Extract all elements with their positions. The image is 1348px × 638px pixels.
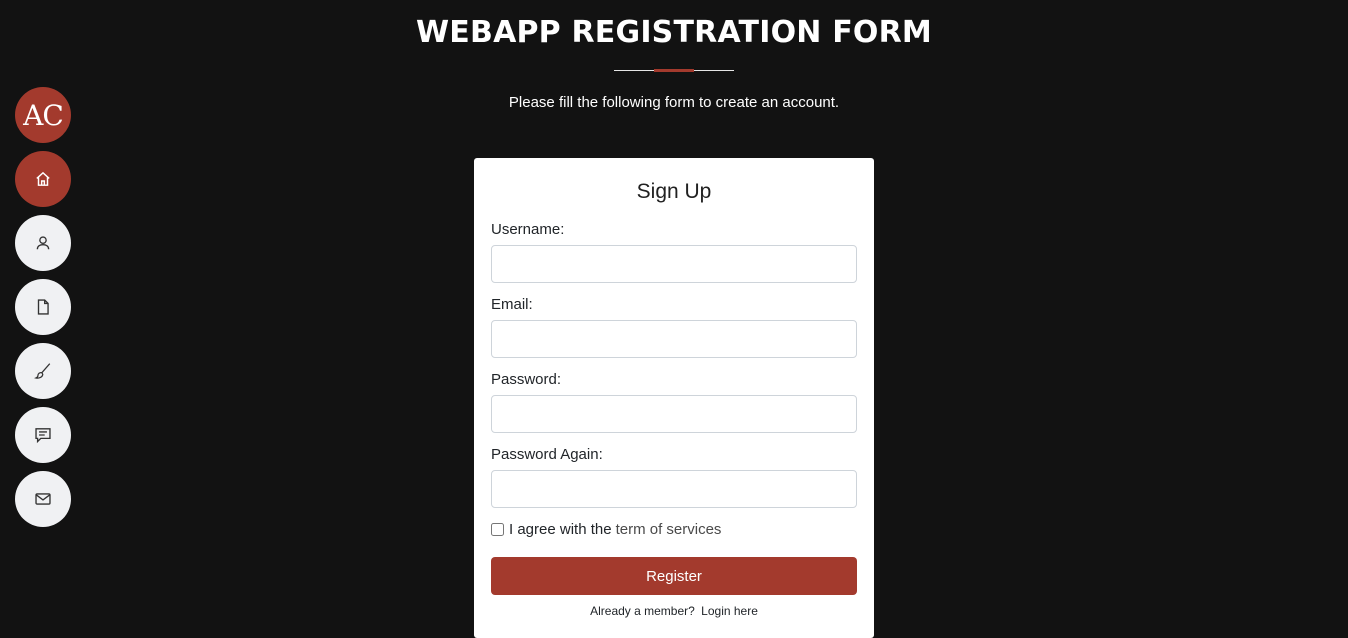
page-title: WEBAPP REGISTRATION FORM bbox=[416, 15, 932, 50]
home-icon bbox=[36, 171, 50, 186]
username-label: Username: bbox=[491, 221, 565, 238]
chat-icon bbox=[35, 428, 51, 444]
title-divider-accent bbox=[654, 69, 694, 72]
terms-link[interactable]: term of services bbox=[616, 521, 722, 538]
terms-row: I agree with the term of services bbox=[491, 521, 721, 538]
sidebar-item-messages[interactable] bbox=[15, 407, 71, 463]
file-icon bbox=[37, 299, 49, 315]
register-button[interactable]: Register bbox=[491, 557, 857, 595]
email-label: Email: bbox=[491, 296, 533, 313]
terms-checkbox[interactable] bbox=[491, 523, 504, 536]
logo-text: AC bbox=[23, 98, 64, 132]
mail-icon bbox=[35, 493, 51, 505]
password-again-label: Password Again: bbox=[491, 446, 603, 463]
email-input[interactable] bbox=[491, 320, 857, 358]
password-input[interactable] bbox=[491, 395, 857, 433]
user-icon bbox=[36, 236, 50, 250]
form-title: Sign Up bbox=[636, 180, 712, 203]
signup-form: Sign Up Username: Email: Password: Passw… bbox=[474, 158, 874, 638]
sidebar: AC bbox=[15, 87, 71, 535]
login-prompt-row: Already a member? Login here bbox=[474, 604, 874, 618]
logo-button[interactable]: AC bbox=[15, 87, 71, 143]
brush-icon bbox=[34, 363, 51, 379]
sidebar-item-home[interactable] bbox=[15, 151, 71, 207]
login-prompt-text: Already a member? bbox=[590, 604, 695, 618]
page-subtitle: Please fill the following form to create… bbox=[508, 94, 840, 111]
password-label: Password: bbox=[491, 371, 562, 388]
sidebar-item-mail[interactable] bbox=[15, 471, 71, 527]
sidebar-item-design[interactable] bbox=[15, 343, 71, 399]
login-link[interactable]: Login here bbox=[701, 604, 758, 618]
username-input[interactable] bbox=[491, 245, 857, 283]
terms-text: I agree with the bbox=[509, 521, 612, 538]
sidebar-item-documents[interactable] bbox=[15, 279, 71, 335]
password-again-input[interactable] bbox=[491, 470, 857, 508]
sidebar-item-profile[interactable] bbox=[15, 215, 71, 271]
